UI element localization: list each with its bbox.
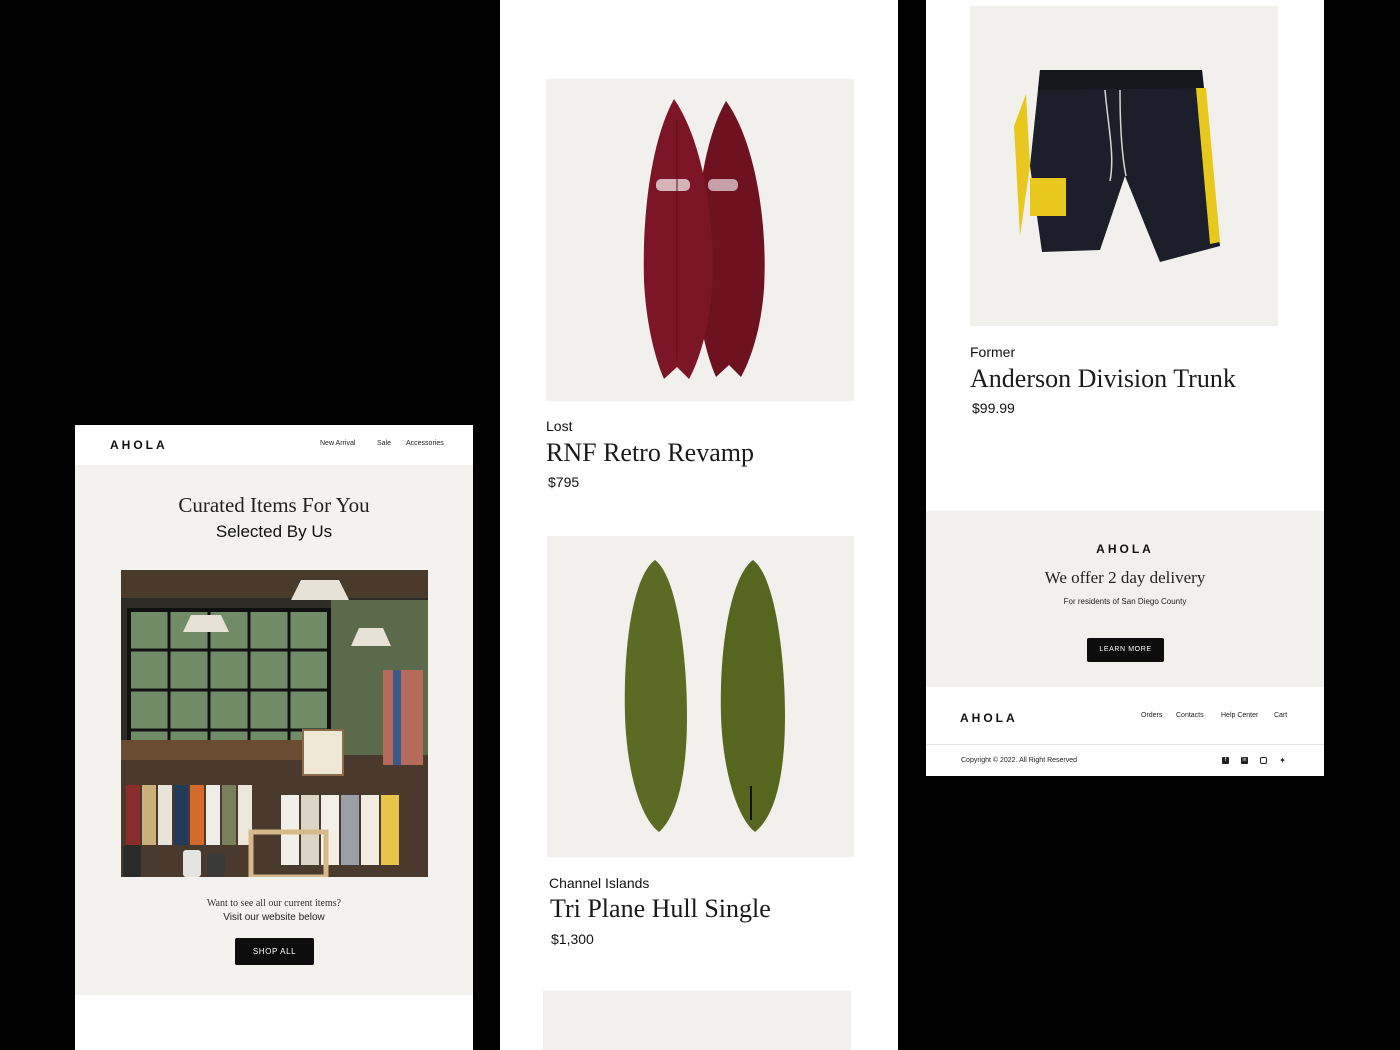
hero-title: Curated Items For You: [178, 493, 370, 517]
product-price: $1,300: [551, 931, 594, 947]
product-image-surfboard-green[interactable]: [547, 536, 854, 857]
product-price: $99.99: [972, 400, 1015, 416]
copyright-text: Copyright © 2022. All Right Reserved: [961, 757, 1078, 764]
nav-accessories[interactable]: Accessories: [406, 440, 444, 447]
board-shorts-illustration: [1014, 70, 1220, 262]
instagram-icon[interactable]: [1260, 757, 1267, 764]
footer: AHOLA Orders Contacts Help Center Cart C…: [926, 687, 1324, 776]
product-image-placeholder: [543, 991, 851, 1050]
hero-section: Curated Items For You Selected By Us Wan…: [75, 465, 473, 995]
product-brand: Channel Islands: [549, 875, 650, 891]
product-brand: Lost: [546, 418, 573, 434]
brand-logo[interactable]: AHOLA: [110, 438, 168, 452]
cta-question: Want to see all our current items?: [206, 898, 342, 909]
promo-subtext: For residents of San Diego County: [1063, 597, 1187, 606]
hero-subtitle: Selected By Us: [215, 522, 333, 541]
footer-divider: [926, 744, 1324, 745]
footer-link-cart[interactable]: Cart: [1274, 712, 1287, 719]
email-preview-home: AHOLA New Arrival Sale Accessories Curat…: [75, 425, 473, 1050]
nav-sale[interactable]: Sale: [377, 440, 391, 447]
store-interior-image: [121, 570, 428, 877]
email-preview-delivery: Former Anderson Division Trunk $99.99 AH…: [926, 0, 1324, 776]
green-surfboard-illustration: [624, 560, 785, 832]
product-price: $795: [548, 474, 580, 490]
red-surfboard-illustration: [643, 99, 765, 379]
footer-link-orders[interactable]: Orders: [1141, 712, 1162, 719]
linkedin-icon[interactable]: in: [1241, 757, 1248, 764]
product-name[interactable]: Anderson Division Trunk: [970, 364, 1236, 394]
footer-link-contacts[interactable]: Contacts: [1176, 712, 1204, 719]
nav-new-arrival[interactable]: New Arrival: [320, 440, 355, 447]
email-preview-products: Lost RNF Retro Revamp $795 Channel Islan…: [500, 0, 898, 1050]
shop-all-button[interactable]: SHOP ALL: [235, 938, 314, 965]
top-nav: AHOLA New Arrival Sale Accessories: [75, 425, 473, 465]
facebook-icon[interactable]: f: [1222, 757, 1229, 764]
promo-headline: We offer 2 day delivery: [1044, 568, 1206, 587]
footer-logo[interactable]: AHOLA: [960, 711, 1018, 725]
twitter-icon[interactable]: ✦: [1279, 757, 1286, 765]
product-image-trunks[interactable]: [970, 6, 1278, 326]
product-brand: Former: [970, 344, 1016, 360]
product-image-surfboard-red[interactable]: [546, 79, 854, 401]
promo-logo: AHOLA: [1096, 542, 1154, 556]
product-name[interactable]: RNF Retro Revamp: [546, 438, 754, 468]
footer-link-help-center[interactable]: Help Center: [1221, 712, 1258, 719]
cta-subtext: Visit our website below: [223, 912, 325, 923]
store-illustration: [121, 570, 428, 877]
delivery-promo: AHOLA We offer 2 day delivery For reside…: [926, 511, 1324, 687]
learn-more-button[interactable]: LEARN MORE: [1087, 638, 1164, 662]
product-name[interactable]: Tri Plane Hull Single: [550, 894, 771, 924]
